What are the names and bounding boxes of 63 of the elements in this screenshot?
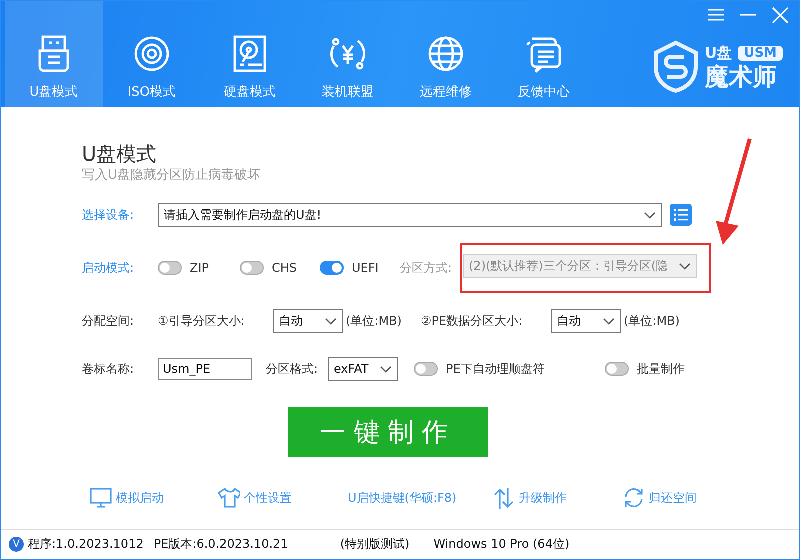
toggle-switch[interactable] (158, 261, 182, 275)
chat-bubbles-icon (524, 35, 564, 73)
size-dropdown[interactable]: 自动 (273, 309, 343, 333)
mode-tab[interactable]: ISO模式 (103, 1, 201, 107)
mode-tab[interactable]: 远程维修 (397, 1, 495, 107)
field-label: 分区方式: (400, 260, 454, 276)
field-label: 选择设备: (82, 206, 136, 224)
mode-tab[interactable]: 硬盘模式 (201, 1, 299, 107)
toggle-switch[interactable] (414, 362, 438, 376)
size-dropdown[interactable]: 自动 (551, 309, 621, 333)
unit-label: (单位:MB) (624, 312, 680, 330)
caret-icon (380, 366, 392, 372)
status-text: 程序:1.0.2023.1012 (28, 536, 144, 553)
globe-icon (426, 35, 466, 73)
caret-icon (679, 262, 691, 270)
disc-icon (132, 35, 172, 73)
page-subtitle: 写入U盘隐藏分区防止病毒破坏 (82, 167, 262, 185)
toggle-label: PE下自动理顺盘符 (446, 360, 546, 378)
up-down-arrows-icon (493, 487, 515, 509)
caret-icon (603, 318, 615, 324)
caret-icon (325, 318, 337, 324)
logo-badge: USM (738, 46, 783, 60)
device-dropdown[interactable]: 请插入需要制作启动盘的U盘! (158, 203, 662, 227)
list-button[interactable] (670, 204, 692, 226)
tool-link[interactable]: 归还空间 (623, 487, 697, 509)
logo-text: U盘 (704, 44, 732, 62)
menu-icon[interactable] (707, 7, 725, 24)
logo-text: 魔术师 (704, 62, 778, 90)
status-text: PE版本:6.0.2023.10.21 (154, 536, 288, 553)
version-badge: V (9, 537, 24, 552)
field-label: ②PE数据分区大小: (421, 312, 524, 330)
status-text: Windows 10 Pro (64位) (434, 536, 570, 553)
field-label: 分配空间: (82, 312, 136, 330)
list-icon (674, 208, 688, 222)
close-icon[interactable] (771, 7, 789, 24)
field-label: 启动模式: (82, 260, 136, 276)
make-button[interactable]: 一键制作 (288, 407, 488, 457)
toggle-label: 批量制作 (637, 360, 685, 378)
toggle-switch[interactable] (240, 261, 264, 275)
status-text: (特别版测试) (340, 536, 410, 553)
toggle-switch[interactable] (605, 362, 629, 376)
volume-name-field[interactable]: Usm_PE (158, 358, 252, 380)
monitor-icon (90, 487, 112, 509)
caret-icon (644, 212, 656, 218)
toggle-label: UEFI (352, 261, 380, 275)
toggle-switch[interactable] (320, 261, 344, 275)
unit-label: (单位:MB) (346, 312, 403, 330)
shirt-icon (218, 487, 240, 509)
format-dropdown[interactable]: exFAT (328, 357, 398, 381)
field-label: 分区格式: (266, 360, 320, 378)
mode-tab[interactable]: 装机联盟 (299, 1, 397, 107)
mode-tab[interactable]: U盘模式 (5, 1, 103, 107)
toggle-label: CHS (272, 261, 298, 275)
tool-link[interactable]: 升级制作 (493, 487, 623, 509)
field-label: 卷标名称: (82, 360, 136, 378)
page-title: U盘模式 (82, 141, 158, 167)
tool-link[interactable]: 个性设置 (218, 487, 348, 509)
tool-link[interactable]: U启快捷键(华硕:F8) (348, 490, 493, 506)
field-label: ①引导分区大小: (158, 312, 246, 330)
toggle-label: ZIP (190, 261, 210, 275)
mode-tab[interactable]: 反馈中心 (495, 1, 593, 107)
refresh-icon (623, 487, 645, 509)
tool-link[interactable]: 模拟启动 (90, 487, 218, 509)
